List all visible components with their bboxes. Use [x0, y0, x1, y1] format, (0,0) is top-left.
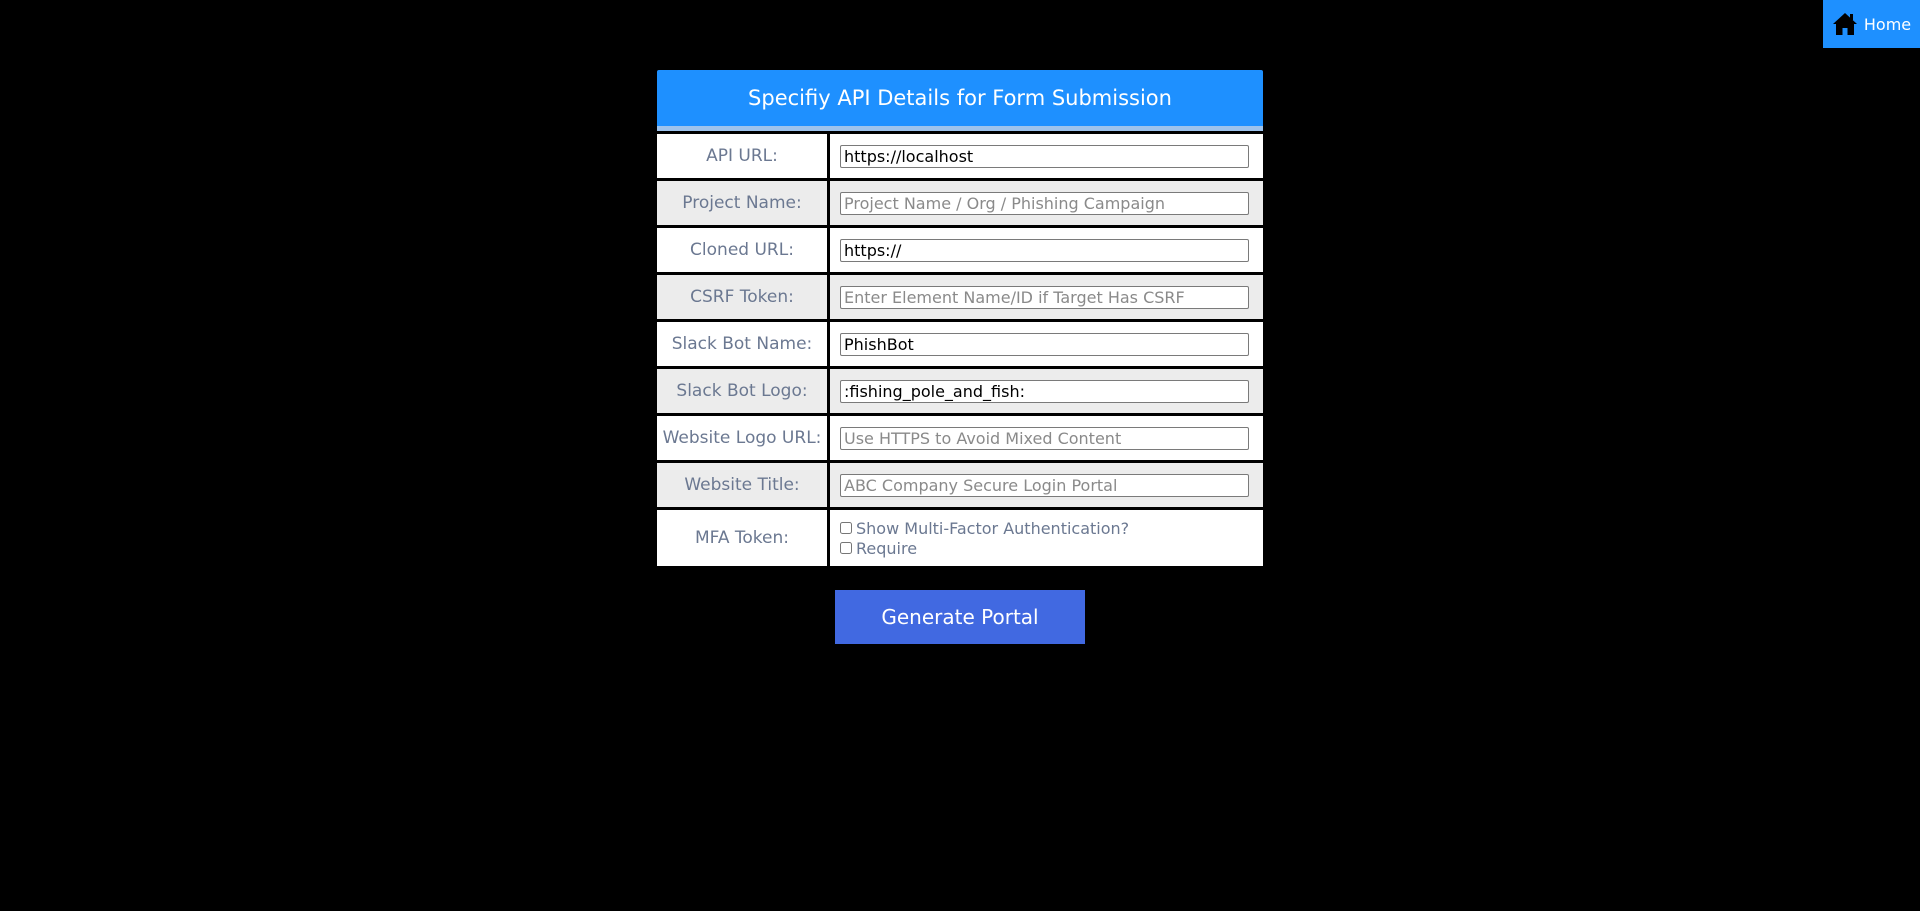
show-mfa-option[interactable]: Show Multi-Factor Authentication? [840, 519, 1263, 538]
website-title-label: Website Title: [657, 460, 830, 510]
show-mfa-checkbox[interactable] [840, 522, 852, 534]
project-name-label: Project Name: [657, 178, 830, 228]
form-title: Specifiy API Details for Form Submission [657, 70, 1263, 131]
slack-bot-name-label: Slack Bot Name: [657, 319, 830, 369]
cloned-url-input[interactable] [840, 238, 1249, 262]
mfa-options: Show Multi-Factor Authentication? Requir… [840, 519, 1263, 558]
api-details-panel: Specifiy API Details for Form Submission… [657, 70, 1263, 569]
website-logo-url-input[interactable] [840, 426, 1249, 450]
slack-bot-logo-label: Slack Bot Logo: [657, 366, 830, 416]
website-logo-url-label: Website Logo URL: [657, 413, 830, 463]
csrf-token-label: CSRF Token: [657, 272, 830, 322]
project-name-input[interactable] [840, 191, 1249, 215]
form-row-slack-bot-name: Slack Bot Name: [657, 319, 1263, 369]
slack-bot-name-input[interactable] [840, 332, 1249, 356]
form-row-api-url: API URL: [657, 131, 1263, 181]
mfa-token-label: MFA Token: [657, 507, 830, 569]
form-row-project-name: Project Name: [657, 178, 1263, 228]
form-row-cloned-url: Cloned URL: [657, 225, 1263, 275]
website-title-input[interactable] [840, 473, 1249, 497]
form-table: API URL: Project Name: Cloned URL: CSRF … [657, 131, 1263, 569]
slack-bot-logo-input[interactable] [840, 379, 1249, 403]
form-row-mfa-token: MFA Token: Show Multi-Factor Authenticat… [657, 507, 1263, 569]
home-button[interactable]: Home [1823, 0, 1920, 48]
csrf-token-input[interactable] [840, 285, 1249, 309]
require-mfa-label: Require [856, 538, 918, 558]
api-url-input[interactable] [840, 144, 1249, 168]
require-mfa-checkbox[interactable] [840, 542, 852, 554]
api-url-label: API URL: [657, 131, 830, 181]
home-icon [1832, 13, 1857, 35]
form-row-website-logo-url: Website Logo URL: [657, 413, 1263, 463]
form-row-website-title: Website Title: [657, 460, 1263, 510]
form-row-csrf-token: CSRF Token: [657, 272, 1263, 322]
show-mfa-label: Show Multi-Factor Authentication? [856, 518, 1130, 538]
home-label: Home [1863, 14, 1912, 34]
form-row-slack-bot-logo: Slack Bot Logo: [657, 366, 1263, 416]
generate-portal-button[interactable]: Generate Portal [835, 590, 1085, 644]
cloned-url-label: Cloned URL: [657, 225, 830, 275]
require-mfa-option[interactable]: Require [840, 539, 1263, 558]
